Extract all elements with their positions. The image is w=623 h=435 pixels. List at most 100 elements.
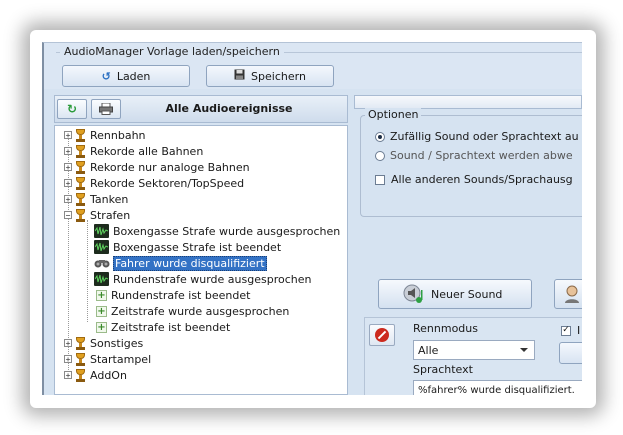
print-button[interactable] bbox=[91, 99, 121, 119]
add-icon: + bbox=[96, 305, 107, 317]
options-legend: Optionen bbox=[365, 108, 422, 121]
radio-alternate[interactable] bbox=[375, 150, 385, 161]
template-group-title: AudioManager Vorlage laden/speichern bbox=[60, 45, 284, 58]
floppy-icon bbox=[234, 69, 245, 83]
trophy-icon bbox=[75, 208, 86, 222]
checkbox-others-label: Alle anderen Sounds/Sprachausg bbox=[391, 173, 573, 186]
load-label: Laden bbox=[116, 69, 151, 83]
right-pane-tabstrip bbox=[354, 95, 582, 109]
left-pane-header: ↻ Alle Audioereignisse bbox=[54, 95, 348, 123]
left-pane-title: Alle Audioereignisse bbox=[165, 102, 293, 115]
tree-item-label-selected: Fahrer wurde disqualifiziert bbox=[113, 255, 267, 271]
add-icon: + bbox=[96, 289, 107, 301]
waveform-icon bbox=[94, 224, 109, 238]
mode-select[interactable]: Alle bbox=[413, 340, 535, 360]
save-button[interactable]: Speichern bbox=[206, 65, 334, 87]
trophy-icon bbox=[75, 176, 86, 190]
sound-entry-panel: Rennmodus Alle ✓ I Sprachtext %fahrer% w… bbox=[364, 317, 582, 395]
expand-toggle[interactable]: + bbox=[64, 339, 72, 348]
tree-item-label: Rundenstrafe ist beendet bbox=[111, 288, 251, 302]
expand-toggle[interactable]: + bbox=[64, 147, 72, 156]
mode-select-value: Alle bbox=[418, 344, 439, 357]
tree-item-boxengasse-beendet[interactable]: Boxengasse Strafe ist beendet bbox=[94, 239, 281, 255]
tree-item-tanken[interactable]: + Tanken bbox=[64, 191, 128, 207]
partial-checkbox-row[interactable]: ✓ I bbox=[561, 324, 580, 337]
tree-item-rundenstrafe-beendet[interactable]: + Rundenstrafe ist beendet bbox=[96, 287, 250, 303]
binoculars-icon bbox=[94, 260, 110, 268]
speech-label: Sprachtext bbox=[413, 363, 473, 376]
tree-item-strafen[interactable]: − Strafen bbox=[64, 207, 130, 223]
tree-item-rekorde-analog[interactable]: + Rekorde nur analoge Bahnen bbox=[64, 159, 250, 175]
new-sound-label: Neuer Sound bbox=[431, 287, 503, 301]
partial-checkbox-label: I bbox=[577, 324, 581, 337]
tree-item-label: Sonstiges bbox=[90, 336, 144, 350]
person-speech-icon bbox=[565, 285, 579, 303]
radio-alternate-row[interactable]: Sound / Sprachtext werden abwe bbox=[375, 149, 573, 162]
tree-item-label: Boxengasse Strafe wurde ausgesprochen bbox=[113, 224, 341, 238]
expand-toggle[interactable]: + bbox=[64, 355, 72, 364]
trophy-icon bbox=[75, 192, 86, 206]
trophy-icon bbox=[75, 352, 86, 366]
event-tree[interactable]: + Rennbahn + Rekorde alle Bahnen + Rekor… bbox=[54, 125, 348, 395]
expand-toggle[interactable]: + bbox=[64, 163, 72, 172]
tree-item-label: Startampel bbox=[90, 352, 152, 366]
speech-text-field[interactable]: %fahrer% wurde disqualifiziert. bbox=[413, 380, 582, 395]
new-sound-button[interactable]: Neuer Sound bbox=[378, 279, 532, 309]
waveform-icon bbox=[94, 272, 109, 286]
trophy-icon bbox=[75, 336, 86, 350]
tree-item-label: Rennbahn bbox=[90, 128, 146, 142]
tree-item-zeitstrafe-ausgesprochen[interactable]: + Zeitstrafe wurde ausgesprochen bbox=[96, 303, 289, 319]
tree-item-label: Tanken bbox=[90, 192, 129, 206]
load-button[interactable]: ↺ Laden bbox=[62, 65, 190, 87]
tree-item-fahrer-disqualifiziert[interactable]: Fahrer wurde disqualifiziert bbox=[94, 255, 267, 271]
options-group: Optionen Zufällig Sound oder Sprachtext … bbox=[360, 108, 582, 217]
collapse-toggle[interactable]: − bbox=[64, 211, 72, 220]
tree-item-rundenstrafe-ausgesprochen[interactable]: Rundenstrafe wurde ausgesprochen bbox=[94, 271, 311, 287]
printer-icon bbox=[99, 103, 113, 115]
tree-item-sonstiges[interactable]: + Sonstiges bbox=[64, 335, 143, 351]
radio-random[interactable] bbox=[375, 131, 385, 142]
tree-item-startampel[interactable]: + Startampel bbox=[64, 351, 151, 367]
tree-item-label: Boxengasse Strafe ist beendet bbox=[113, 240, 282, 254]
trophy-icon bbox=[75, 128, 86, 142]
trophy-icon bbox=[75, 368, 86, 382]
template-group: AudioManager Vorlage laden/speichern ↺ L… bbox=[44, 43, 582, 89]
tree-item-rekorde-alle[interactable]: + Rekorde alle Bahnen bbox=[64, 143, 203, 159]
partial-side-button[interactable] bbox=[559, 342, 582, 364]
mode-label: Rennmodus bbox=[413, 322, 478, 335]
checkbox-others-row[interactable]: Alle anderen Sounds/Sprachausg bbox=[375, 173, 573, 186]
tree-item-label: Zeitstrafe ist beendet bbox=[111, 320, 231, 334]
refresh-button[interactable]: ↻ bbox=[57, 99, 87, 119]
chevron-down-icon bbox=[520, 348, 528, 352]
tree-item-zeitstrafe-beendet[interactable]: + Zeitstrafe ist beendet bbox=[96, 319, 230, 335]
add-icon: + bbox=[96, 321, 107, 333]
tree-item-rekorde-sektoren[interactable]: + Rekorde Sektoren/TopSpeed bbox=[64, 175, 244, 191]
delete-entry-button[interactable] bbox=[369, 324, 395, 346]
tree-item-label: Rekorde alle Bahnen bbox=[90, 144, 204, 158]
new-speech-button[interactable] bbox=[554, 279, 582, 309]
right-pane: Optionen Zufällig Sound oder Sprachtext … bbox=[354, 95, 582, 395]
expand-toggle[interactable]: + bbox=[64, 131, 72, 140]
left-pane: ↻ Alle Audioereignisse + Rennbahn + Reko… bbox=[54, 95, 348, 395]
refresh-icon: ↻ bbox=[66, 102, 78, 116]
tree-item-label: Rundenstrafe wurde ausgesprochen bbox=[113, 272, 312, 286]
tree-item-rennbahn[interactable]: + Rennbahn bbox=[64, 127, 146, 143]
tree-item-boxengasse-ausgesprochen[interactable]: Boxengasse Strafe wurde ausgesprochen bbox=[94, 223, 340, 239]
save-label: Speichern bbox=[251, 69, 306, 83]
expand-toggle[interactable]: + bbox=[64, 179, 72, 188]
partial-checkbox[interactable]: ✓ bbox=[561, 325, 571, 336]
radio-random-row[interactable]: Zufällig Sound oder Sprachtext au bbox=[375, 130, 579, 143]
trophy-icon bbox=[75, 144, 86, 158]
speaker-note-icon bbox=[403, 284, 423, 303]
radio-random-label: Zufällig Sound oder Sprachtext au bbox=[390, 130, 579, 143]
tree-item-label: Rekorde Sektoren/TopSpeed bbox=[90, 176, 245, 190]
expand-toggle[interactable]: + bbox=[64, 371, 72, 380]
delete-icon bbox=[375, 328, 389, 342]
tree-item-label: Rekorde nur analoge Bahnen bbox=[90, 160, 250, 174]
tree-item-label: Zeitstrafe wurde ausgesprochen bbox=[111, 304, 290, 318]
checkbox-others[interactable] bbox=[375, 174, 385, 185]
expand-toggle[interactable]: + bbox=[64, 195, 72, 204]
tree-item-addon[interactable]: + AddOn bbox=[64, 367, 127, 383]
trophy-icon bbox=[75, 160, 86, 174]
tree-item-label: AddOn bbox=[90, 368, 127, 382]
